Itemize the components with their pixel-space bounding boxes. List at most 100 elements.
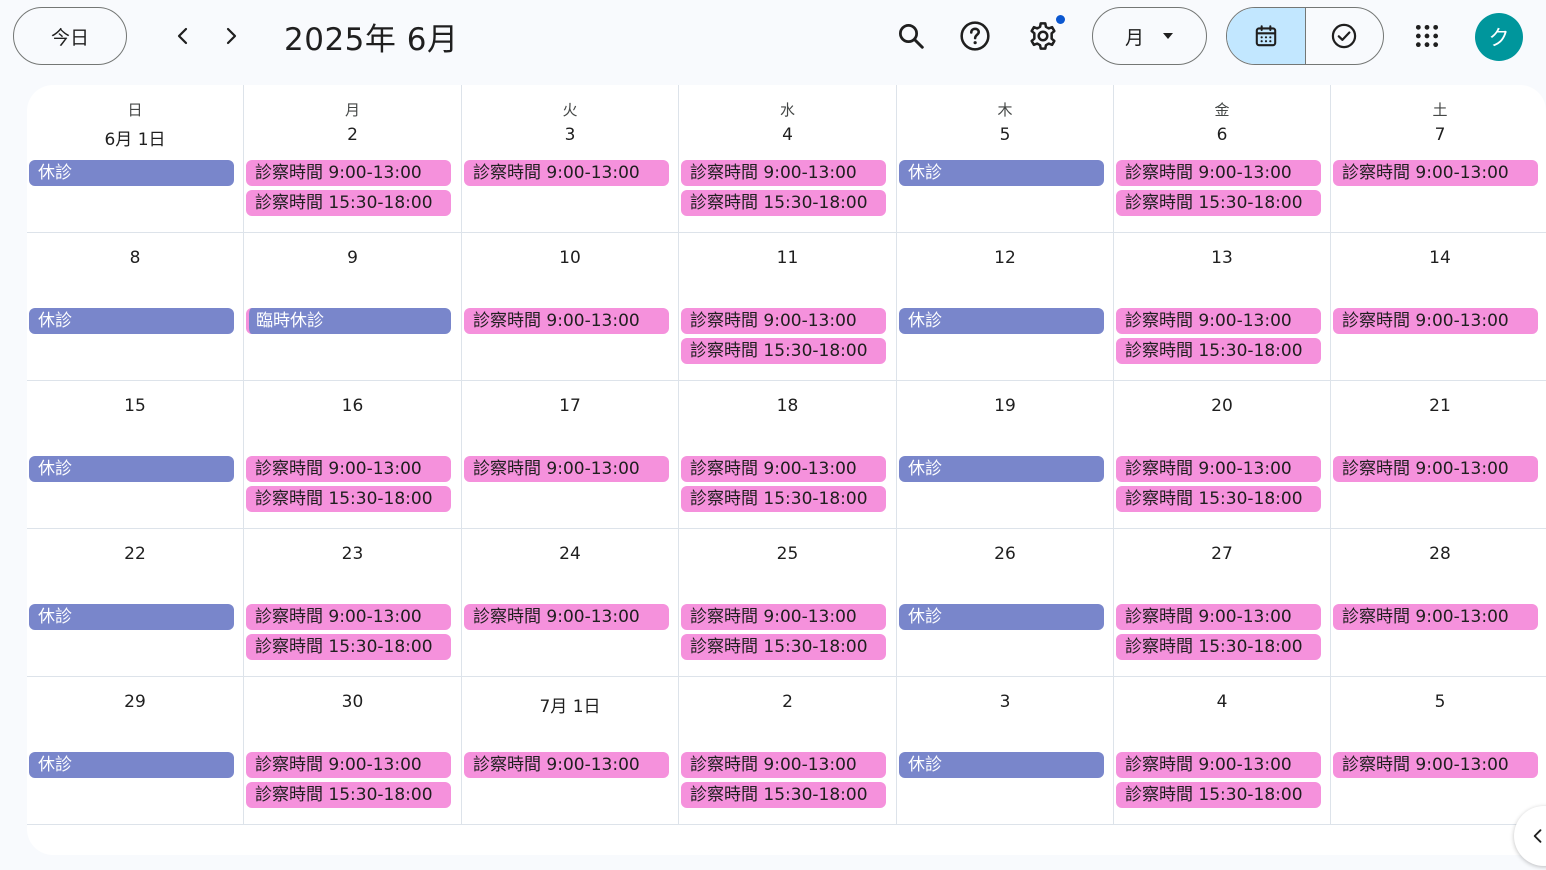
day-cell[interactable]: 12 休診 (897, 233, 1114, 381)
event-chip[interactable]: 診察時間 9:00-13:00 (1333, 160, 1538, 186)
day-cell[interactable]: 21 診察時間 9:00-13:00 (1331, 381, 1546, 529)
date-number[interactable]: 19 (897, 396, 1113, 416)
date-number[interactable]: 14 (1331, 248, 1546, 268)
day-cell[interactable]: 月 2 診察時間 9:00-13:00 診察時間 15:30-18:00 (244, 85, 462, 233)
date-number[interactable]: 13 (1114, 248, 1330, 268)
day-cell[interactable]: 火 3 診察時間 9:00-13:00 (462, 85, 679, 233)
day-cell[interactable]: 16 診察時間 9:00-13:00 診察時間 15:30-18:00 (244, 381, 462, 529)
date-number[interactable]: 24 (462, 544, 678, 564)
day-cell[interactable]: 28 診察時間 9:00-13:00 (1331, 529, 1546, 677)
event-chip[interactable]: 診察時間 9:00-13:00 (464, 456, 669, 482)
date-number[interactable]: 6月 1日 (27, 125, 243, 150)
date-number[interactable]: 30 (244, 692, 461, 712)
event-chip[interactable]: 診察時間 9:00-13:00 (464, 160, 669, 186)
event-chip[interactable]: 診察時間 15:30-18:00 (681, 782, 886, 808)
day-cell[interactable]: 23 診察時間 9:00-13:00 診察時間 15:30-18:00 (244, 529, 462, 677)
day-cell[interactable]: 13 診察時間 9:00-13:00 診察時間 15:30-18:00 (1114, 233, 1331, 381)
next-month-button[interactable] (213, 18, 249, 54)
event-chip[interactable]: 診察時間 9:00-13:00 (246, 160, 451, 186)
event-chip[interactable]: 診察時間 9:00-13:00 (464, 604, 669, 630)
day-cell[interactable]: 水 4 診察時間 9:00-13:00 診察時間 15:30-18:00 (679, 85, 897, 233)
date-number[interactable]: 7月 1日 (462, 692, 678, 717)
date-number[interactable]: 6 (1114, 125, 1330, 145)
event-chip[interactable]: 診察時間 15:30-18:00 (681, 486, 886, 512)
date-number[interactable]: 2 (244, 125, 461, 145)
event-chip[interactable]: 診察時間 9:00-13:00 (1333, 604, 1538, 630)
event-chip[interactable]: 診察時間 9:00-13:00 (1116, 456, 1321, 482)
event-chip[interactable]: 休診 (899, 604, 1104, 630)
date-number[interactable]: 26 (897, 544, 1113, 564)
event-chip[interactable]: 診察時間 15:30-18:00 (1116, 338, 1321, 364)
day-cell[interactable]: 19 休診 (897, 381, 1114, 529)
event-chip[interactable]: 診察時間 9:00-13:00 (681, 456, 886, 482)
previous-month-button[interactable] (165, 18, 201, 54)
tasks-view-toggle[interactable] (1306, 8, 1384, 64)
date-number[interactable]: 27 (1114, 544, 1330, 564)
date-number[interactable]: 10 (462, 248, 678, 268)
date-number[interactable]: 4 (679, 125, 896, 145)
event-chip[interactable]: 診察時間 15:30-18:00 (246, 486, 451, 512)
event-chip[interactable]: 診察時間 9:00-13:00 (464, 308, 669, 334)
event-chip[interactable]: 診察時間 15:30-18:00 (1116, 190, 1321, 216)
day-cell[interactable]: 15 休診 (27, 381, 244, 529)
event-chip[interactable]: 診察時間 15:30-18:00 (246, 190, 451, 216)
event-chip[interactable]: 休診 (29, 752, 234, 778)
event-chip[interactable]: 休診 (29, 160, 234, 186)
event-chip[interactable]: 休診 (899, 160, 1104, 186)
event-chip[interactable]: 休診 (29, 604, 234, 630)
event-chip[interactable]: 診察時間 15:30-18:00 (681, 338, 886, 364)
event-chip[interactable]: 診察時間 9:00-13:00 (1116, 308, 1321, 334)
date-number[interactable]: 21 (1331, 396, 1546, 416)
day-cell[interactable]: 17 診察時間 9:00-13:00 (462, 381, 679, 529)
event-chip[interactable]: 休診 (29, 308, 234, 334)
day-cell[interactable]: 30 診察時間 9:00-13:00 診察時間 15:30-18:00 (244, 677, 462, 825)
event-chip[interactable]: 診察時間 9:00-13:00 (681, 308, 886, 334)
day-cell[interactable]: 7月 1日 診察時間 9:00-13:00 (462, 677, 679, 825)
event-chip[interactable]: 診察時間 9:00-13:00 (246, 604, 451, 630)
day-cell[interactable]: 26 休診 (897, 529, 1114, 677)
day-cell[interactable]: 14 診察時間 9:00-13:00 (1331, 233, 1546, 381)
date-number[interactable]: 29 (27, 692, 243, 712)
day-cell[interactable]: 8 休診 (27, 233, 244, 381)
event-chip[interactable]: 診察時間 9:00-13:00 (1333, 456, 1538, 482)
day-cell[interactable]: 20 診察時間 9:00-13:00 診察時間 15:30-18:00 (1114, 381, 1331, 529)
event-chip[interactable]: 診察時間 9:00-13:00 (1116, 752, 1321, 778)
day-cell[interactable]: 18 診察時間 9:00-13:00 診察時間 15:30-18:00 (679, 381, 897, 529)
date-number[interactable]: 3 (897, 692, 1113, 712)
view-selector[interactable]: 月 (1092, 7, 1207, 65)
day-cell[interactable]: 25 診察時間 9:00-13:00 診察時間 15:30-18:00 (679, 529, 897, 677)
day-cell[interactable]: 金 6 診察時間 9:00-13:00 診察時間 15:30-18:00 (1114, 85, 1331, 233)
date-number[interactable]: 2 (679, 692, 896, 712)
event-chip[interactable]: 休診 (899, 456, 1104, 482)
day-cell[interactable]: 24 診察時間 9:00-13:00 (462, 529, 679, 677)
event-chip[interactable]: 診察時間 9:00-13:00 (246, 456, 451, 482)
event-chip[interactable]: 休診 (29, 456, 234, 482)
apps-button[interactable] (1405, 14, 1449, 58)
date-number[interactable]: 25 (679, 544, 896, 564)
event-chip[interactable]: 診察時間 15:30-18:00 (681, 190, 886, 216)
event-chip[interactable]: 診察時間 9:00-13:00 (1333, 752, 1538, 778)
event-chip[interactable]: 診察時間 9:00-13:00 (681, 160, 886, 186)
day-cell[interactable]: 22 休診 (27, 529, 244, 677)
date-number[interactable]: 17 (462, 396, 678, 416)
day-cell[interactable]: 木 5 休診 (897, 85, 1114, 233)
date-number[interactable]: 3 (462, 125, 678, 145)
date-number[interactable]: 28 (1331, 544, 1546, 564)
help-button[interactable] (953, 14, 997, 58)
day-cell[interactable]: 4 診察時間 9:00-13:00 診察時間 15:30-18:00 (1114, 677, 1331, 825)
day-cell[interactable]: 29 休診 (27, 677, 244, 825)
date-number[interactable]: 15 (27, 396, 243, 416)
event-chip[interactable]: 診察時間 9:00-13:00 (681, 604, 886, 630)
date-number[interactable]: 5 (897, 125, 1113, 145)
day-cell[interactable]: 11 診察時間 9:00-13:00 診察時間 15:30-18:00 (679, 233, 897, 381)
day-cell[interactable]: 10 診察時間 9:00-13:00 (462, 233, 679, 381)
date-number[interactable]: 5 (1331, 692, 1546, 712)
date-number[interactable]: 22 (27, 544, 243, 564)
event-chip[interactable]: 診察時間 9:00-13:00 (1116, 604, 1321, 630)
calendar-view-toggle[interactable] (1227, 8, 1306, 64)
day-cell[interactable]: 27 診察時間 9:00-13:00 診察時間 15:30-18:00 (1114, 529, 1331, 677)
date-number[interactable]: 8 (27, 248, 243, 268)
event-chip[interactable]: 診察時間 9:00-13:00 (1116, 160, 1321, 186)
date-number[interactable]: 11 (679, 248, 896, 268)
date-number[interactable]: 7 (1331, 125, 1546, 145)
